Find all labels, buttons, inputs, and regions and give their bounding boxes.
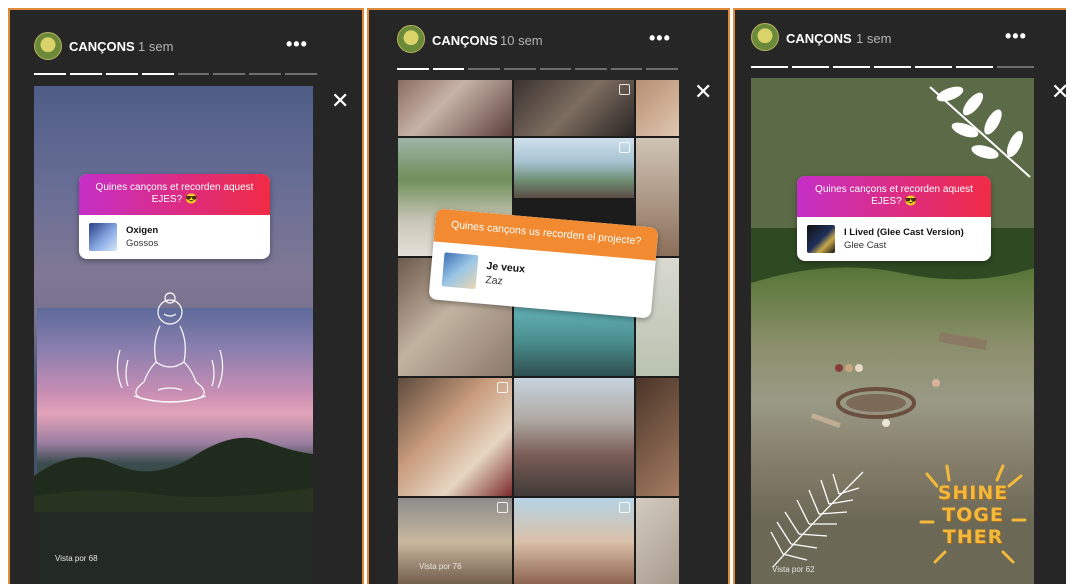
view-count[interactable]: Vista por 68 bbox=[55, 554, 98, 563]
progress-segment bbox=[213, 73, 246, 75]
post-time: 1 sem bbox=[138, 39, 174, 54]
progress-segment bbox=[874, 66, 911, 68]
progress-segment bbox=[503, 68, 536, 70]
question-sticker[interactable]: Quines cançons et recorden aquest EJES? … bbox=[797, 176, 991, 261]
progress-segment bbox=[575, 68, 607, 70]
photo-tile[interactable] bbox=[398, 498, 512, 584]
select-checkbox-icon[interactable] bbox=[497, 502, 508, 513]
photo-tile[interactable] bbox=[398, 378, 512, 496]
username[interactable]: CANÇONS bbox=[786, 31, 852, 46]
progress-segment bbox=[833, 66, 870, 68]
select-checkbox-icon[interactable] bbox=[619, 142, 630, 153]
photo-tile[interactable] bbox=[636, 80, 679, 136]
photo-tile[interactable] bbox=[636, 498, 679, 584]
photo-tile[interactable] bbox=[514, 138, 634, 198]
select-checkbox-icon[interactable] bbox=[619, 502, 630, 513]
story-media[interactable]: Quines cançons et recorden aquest EJES? … bbox=[751, 78, 1034, 584]
view-count[interactable]: Vista por 76 bbox=[419, 562, 462, 571]
progress-bars bbox=[397, 68, 678, 70]
album-art bbox=[89, 223, 117, 251]
question-text: Quines cançons et recorden aquest EJES? … bbox=[79, 174, 270, 215]
meditation-sketch bbox=[116, 292, 224, 403]
more-options-icon[interactable]: ••• bbox=[1005, 26, 1027, 47]
close-icon[interactable]: ✕ bbox=[1051, 79, 1066, 105]
progress-segment bbox=[468, 68, 500, 70]
progress-segment bbox=[956, 66, 993, 68]
photo-tile[interactable] bbox=[514, 378, 634, 496]
story-panel-2: CANÇONS 10 sem ••• ✕ Quines cançons us r… bbox=[367, 8, 730, 584]
photo-tile[interactable] bbox=[398, 80, 512, 136]
select-checkbox-icon[interactable] bbox=[497, 382, 508, 393]
progress-segment bbox=[432, 68, 465, 70]
progress-segment bbox=[997, 66, 1034, 68]
progress-segment bbox=[177, 73, 210, 75]
close-icon[interactable]: ✕ bbox=[331, 88, 349, 114]
photo-tile[interactable] bbox=[636, 378, 679, 496]
progress-segment bbox=[792, 66, 829, 68]
progress-segment bbox=[610, 68, 643, 70]
progress-segment bbox=[397, 68, 429, 70]
shine-together-sticker[interactable]: SHINE TOGE THER bbox=[917, 462, 1029, 572]
post-time: 10 sem bbox=[500, 33, 543, 48]
progress-bars bbox=[34, 73, 317, 75]
story-panel-1: CANÇONS 1 sem ••• ✕ Quines cançons et re… bbox=[8, 8, 364, 584]
song-title: Oxigen bbox=[126, 225, 159, 236]
progress-segment bbox=[34, 73, 66, 75]
story-media[interactable]: Quines cançons et recorden aquest EJES? … bbox=[34, 86, 313, 584]
bottom-shade bbox=[34, 512, 313, 584]
profile-avatar[interactable] bbox=[397, 25, 425, 53]
progress-segment bbox=[141, 73, 174, 75]
song-artist: Zaz bbox=[484, 274, 504, 288]
close-icon[interactable]: ✕ bbox=[694, 79, 712, 105]
progress-segment bbox=[646, 68, 678, 70]
profile-avatar[interactable] bbox=[34, 32, 62, 60]
progress-segment bbox=[539, 68, 572, 70]
view-count[interactable]: Vista por 62 bbox=[772, 565, 815, 574]
answer-row[interactable]: Oxigen Gossos bbox=[79, 215, 270, 259]
story-panel-3: CANÇONS 1 sem ••• ✕ bbox=[733, 8, 1066, 584]
progress-segment bbox=[105, 73, 138, 75]
song-title: I Lived (Glee Cast Version) bbox=[844, 227, 964, 238]
more-options-icon[interactable]: ••• bbox=[649, 28, 671, 49]
story-media[interactable]: Quines cançons us recorden el projecte? … bbox=[398, 80, 679, 584]
profile-avatar[interactable] bbox=[751, 23, 779, 51]
photo-tile[interactable] bbox=[514, 498, 634, 584]
sticker-text: SHINE TOGE THER bbox=[937, 482, 1009, 548]
more-options-icon[interactable]: ••• bbox=[286, 34, 308, 55]
progress-segment bbox=[249, 73, 282, 75]
progress-segment bbox=[69, 73, 102, 75]
song-title: Je veux bbox=[486, 260, 526, 276]
album-art bbox=[807, 225, 835, 253]
song-artist: Gossos bbox=[126, 238, 159, 249]
progress-segment bbox=[285, 73, 317, 75]
username[interactable]: CANÇONS bbox=[432, 33, 498, 48]
post-time: 1 sem bbox=[856, 31, 892, 46]
fern-sketch-icon bbox=[770, 471, 864, 568]
select-checkbox-icon[interactable] bbox=[619, 84, 630, 95]
song-artist: Glee Cast bbox=[844, 240, 887, 251]
question-sticker[interactable]: Quines cançons us recorden el projecte? … bbox=[428, 208, 659, 319]
progress-bars bbox=[751, 66, 1034, 68]
photo-tile[interactable] bbox=[514, 80, 634, 136]
answer-row[interactable]: I Lived (Glee Cast Version) Glee Cast bbox=[797, 217, 991, 261]
question-sticker[interactable]: Quines cançons et recorden aquest EJES? … bbox=[79, 174, 270, 259]
progress-segment bbox=[915, 66, 952, 68]
progress-segment bbox=[751, 66, 788, 68]
question-text: Quines cançons et recorden aquest EJES? … bbox=[797, 176, 991, 217]
username[interactable]: CANÇONS bbox=[69, 39, 135, 54]
album-art bbox=[441, 252, 479, 290]
leaf-sketch-icon bbox=[929, 86, 1031, 178]
